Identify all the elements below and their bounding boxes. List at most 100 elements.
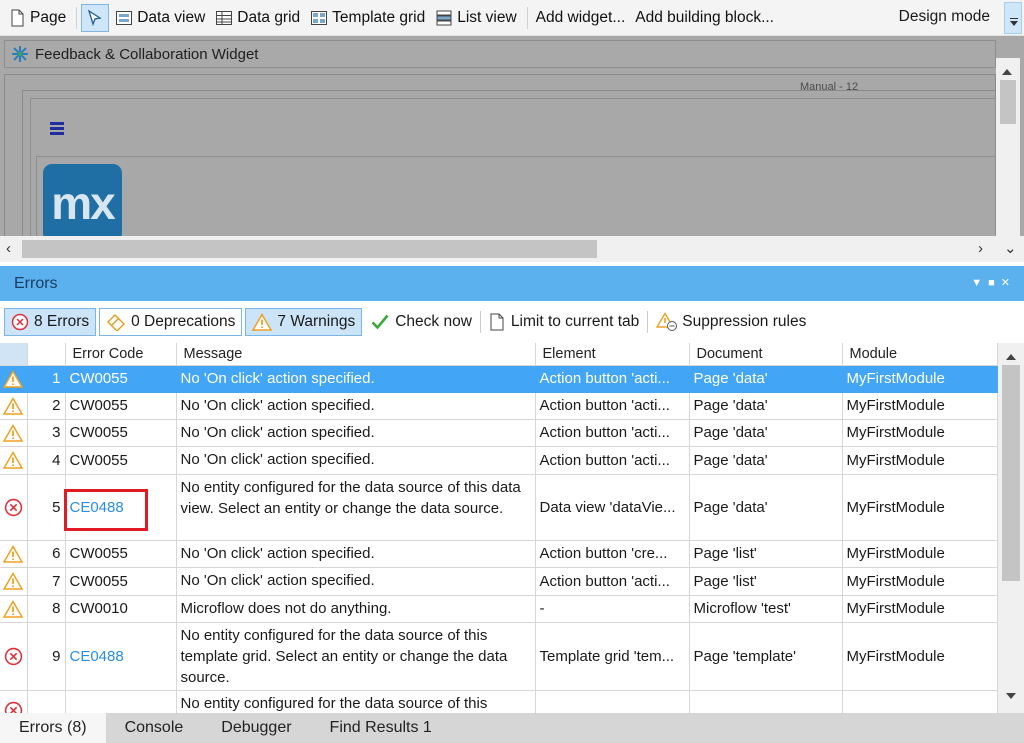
select-tool-button[interactable] [81,3,110,32]
table-row[interactable]: 6 CW0055 No 'On click' action specified. Ac… [0,540,998,568]
column-header-number[interactable] [27,343,66,366]
error-code[interactable]: CE0488 [65,622,177,691]
errors-table: Error Code Message Element Document Modu… [0,343,1000,713]
table-row[interactable]: 3 CW0055 No 'On click' action specified. Ac… [0,419,998,447]
widget-title-bar[interactable]: Feedback & Collaboration Widget [4,40,996,68]
scroll-right-arrow-icon[interactable]: › [978,241,983,256]
mendix-logo: mx [43,164,122,242]
error-element: Action button 'acti... [535,419,690,447]
row-type-cell [0,595,28,623]
error-message: Microflow does not do anything. [176,595,536,623]
column-header-module[interactable]: Module [842,343,998,366]
data-view-icon [116,10,133,25]
scroll-down-arrow-icon[interactable]: ⌄ [1004,241,1017,256]
error-code[interactable]: CE0488 [65,474,177,541]
limit-to-current-tab-button[interactable]: Limit to current tab [483,308,645,336]
warning-triangle-icon [3,369,24,388]
scroll-up-arrow-icon[interactable] [1006,349,1016,360]
column-header-element[interactable]: Element [535,343,690,366]
error-module: MyFirstModule [842,419,998,447]
list-view-button[interactable]: List view [431,4,520,32]
errors-filter-button[interactable]: 8 Errors [4,308,97,336]
data-grid-button[interactable]: Data grid [211,4,304,32]
menu-hamburger-icon[interactable] [50,122,64,136]
warning-triangle-icon [3,396,24,415]
table-row[interactable]: 9 CE0488 No entity configured for the data… [0,622,998,691]
table-row[interactable]: 1 CW0055 No 'On click' action specified. Ac… [0,365,998,393]
column-header-error-code[interactable]: Error Code [65,343,177,366]
checkmark-icon [371,314,389,330]
error-document: Microflow 'test' [689,595,843,623]
error-document: Page 'list' [689,567,843,596]
scroll-down-arrow-icon[interactable] [1006,693,1016,704]
deprecations-filter-button[interactable]: 0 Deprecations [99,308,243,336]
error-element: - [535,595,690,623]
widget-title: Feedback & Collaboration Widget [35,45,259,63]
row-number: 2 [27,392,66,420]
toolbar-separator [479,311,481,333]
column-header-type[interactable] [0,343,28,366]
warnings-filter-button[interactable]: 7 Warnings [245,308,363,336]
error-module [842,690,998,713]
scroll-thumb[interactable] [1002,365,1020,581]
scroll-thumb[interactable] [1000,80,1016,124]
column-header-message[interactable]: Message [176,343,536,366]
canvas-horizontal-scrollbar[interactable]: ‹ › ⌄ [0,236,1024,262]
error-document: Page 'template' [689,622,843,691]
table-row[interactable]: 8 CW0010 Microflow does not do anything. - M… [0,595,998,623]
table-row[interactable]: 7 CW0055 No 'On click' action specified. Ac… [0,567,998,596]
error-code: CW0010 [65,595,177,623]
error-message: No 'On click' action specified. [176,365,536,393]
tab-find-results[interactable]: Find Results 1 [311,713,451,743]
tab-console[interactable]: Console [106,713,203,743]
errors-panel-header: Errors ▼■✕ [0,266,1024,301]
panel-controls[interactable]: ▼■✕ [971,276,1016,289]
tab-debugger[interactable]: Debugger [202,713,310,743]
document-icon [490,313,504,331]
row-type-cell [0,365,28,393]
scroll-thumb[interactable] [22,240,597,258]
error-module: MyFirstModule [842,474,998,541]
table-row[interactable]: No entity configured for the data source… [0,690,998,713]
table-vertical-scrollbar[interactable] [998,343,1024,713]
scroll-left-arrow-icon[interactable]: ‹ [6,241,11,256]
page-button[interactable]: Page [4,4,70,32]
check-now-button[interactable]: Check now [365,308,478,336]
data-view-button[interactable]: Data view [111,4,209,32]
error-document: Page 'data' [689,365,843,393]
design-mode-dropdown[interactable]: Design mode [899,8,990,26]
list-view-icon [436,10,452,25]
toolbar-overflow-button[interactable] [1004,2,1022,34]
page-button-label: Page [30,8,67,26]
tab-errors[interactable]: Errors (8) [0,713,106,743]
row-number: 1 [27,365,66,393]
add-building-block-button[interactable]: Add building block... [631,4,778,32]
row-number: 4 [27,446,66,475]
error-message: No entity configured for the data source… [176,690,536,713]
error-code: CW0055 [65,365,177,393]
error-code[interactable] [65,690,177,713]
column-header-document[interactable]: Document [689,343,843,366]
template-grid-button[interactable]: Template grid [306,4,429,32]
table-row[interactable]: 2 CW0055 No 'On click' action specified. Ac… [0,392,998,420]
row-number: 3 [27,419,66,447]
table-row[interactable]: 5 CE0488 No entity configured for the data… [0,474,998,541]
page-icon [11,9,24,26]
suppression-rules-button[interactable]: Suppression rules [650,308,812,336]
limit-to-current-tab-label: Limit to current tab [510,313,640,330]
warning-triangle-icon [252,313,273,331]
table-row[interactable]: 4 CW0055 No 'On click' action specified. Ac… [0,446,998,475]
error-message: No 'On click' action specified. [176,540,536,568]
suppression-rules-icon [656,312,678,331]
canvas-vertical-scrollbar[interactable] [996,58,1020,262]
error-document: Page 'data' [689,446,843,475]
error-circle-icon [11,313,29,331]
errors-panel-title: Errors [14,274,58,292]
table-header-row: Error Code Message Element Document Modu… [0,343,998,366]
error-element: Template grid 'tem... [535,622,690,691]
scroll-up-arrow-icon[interactable] [1002,64,1012,75]
error-document: Page 'data' [689,392,843,420]
data-grid-icon [216,10,233,25]
add-widget-button[interactable]: Add widget... [532,4,630,32]
page-design-canvas[interactable]: Feedback & Collaboration Widget Manual -… [0,36,1024,262]
